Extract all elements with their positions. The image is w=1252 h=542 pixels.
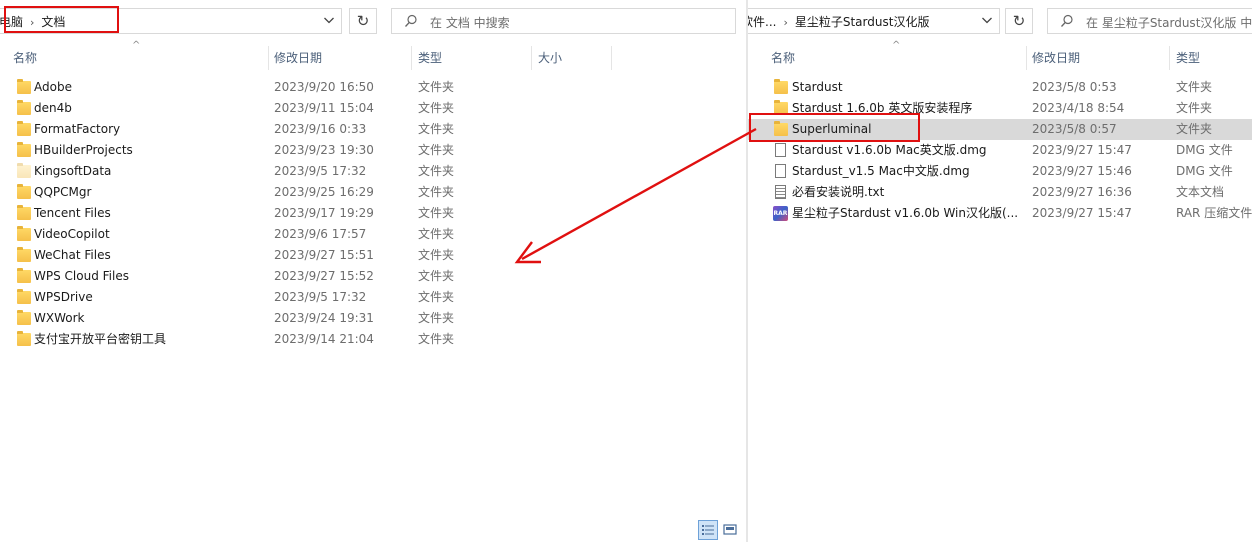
annotation-arrow	[514, 127, 757, 264]
